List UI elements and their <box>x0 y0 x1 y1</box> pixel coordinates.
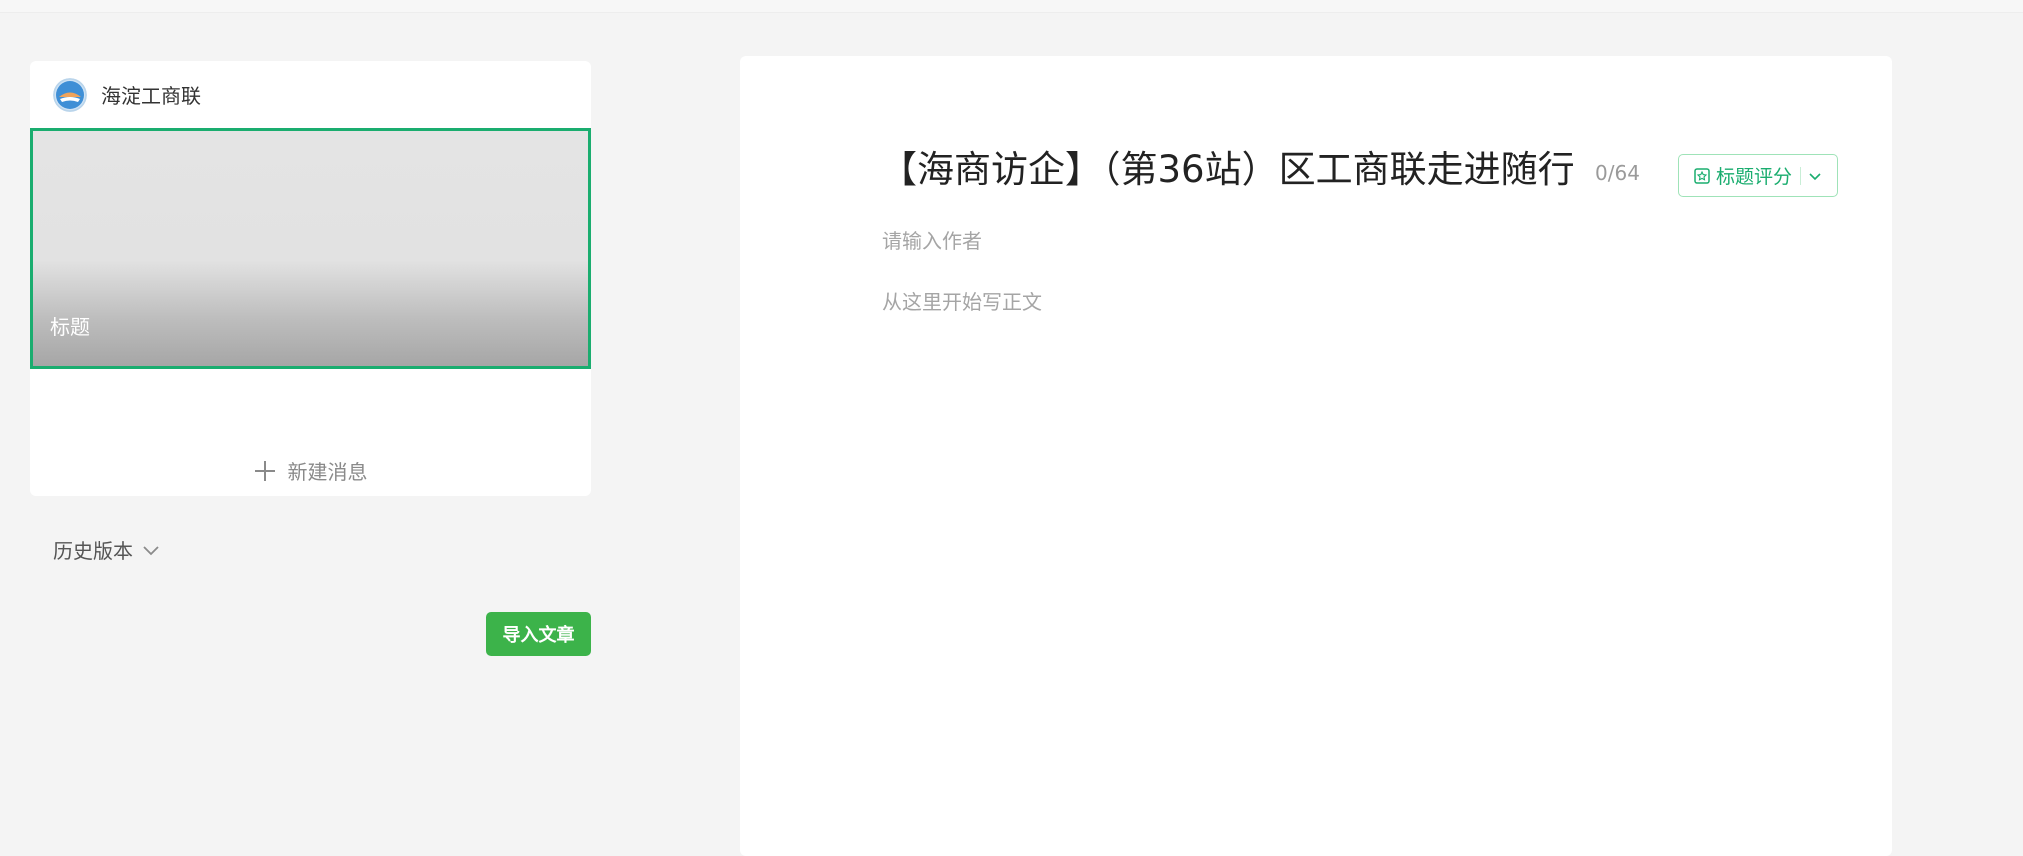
account-header: 海淀工商联 <box>30 61 591 128</box>
chevron-down-icon[interactable] <box>1807 168 1823 184</box>
article-editor: 【海商访企】（第36站）区工商联走进随行 0/64 标题评分 请输入作者 从这里… <box>740 56 1892 856</box>
article-title-input[interactable]: 【海商访企】（第36站）区工商联走进随行 <box>880 151 1575 188</box>
score-badge-icon <box>1693 167 1711 185</box>
plus-icon <box>254 460 276 482</box>
organization-logo-icon <box>53 77 87 112</box>
chevron-down-icon <box>141 540 161 560</box>
title-score-button[interactable]: 标题评分 <box>1678 154 1838 197</box>
author-input[interactable]: 请输入作者 <box>882 225 982 254</box>
body-editor[interactable]: 从这里开始写正文 <box>882 286 1042 315</box>
title-score-label: 标题评分 <box>1716 166 1793 188</box>
score-button-divider <box>1800 166 1802 185</box>
import-article-button[interactable]: 导入文章 <box>486 612 591 656</box>
new-message-button[interactable]: 新建消息 <box>30 456 591 485</box>
new-message-label: 新建消息 <box>287 460 368 484</box>
top-bar <box>0 0 2023 13</box>
article-list-card: 海淀工商联 标题 新建消息 <box>30 61 591 496</box>
cover-title: 标题 <box>50 315 90 339</box>
title-char-count: 0/64 <box>1595 161 1640 185</box>
article-cover-item[interactable]: 标题 <box>30 128 591 369</box>
history-version-label: 历史版本 <box>53 539 133 563</box>
account-name: 海淀工商联 <box>101 84 201 108</box>
history-version-dropdown[interactable]: 历史版本 <box>53 535 161 564</box>
